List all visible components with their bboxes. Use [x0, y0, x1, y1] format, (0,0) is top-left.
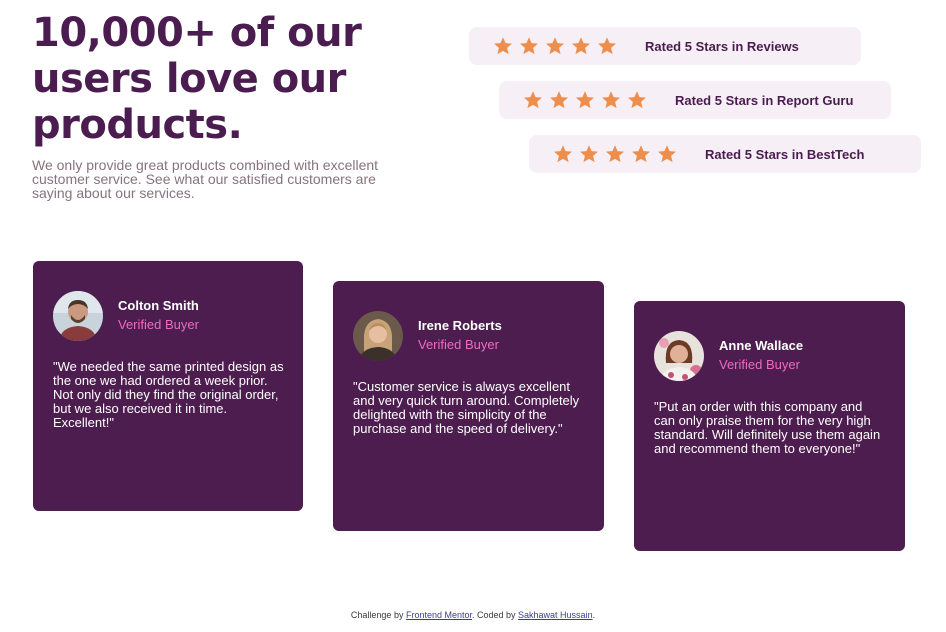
reviewer-name: Irene Roberts: [418, 318, 502, 333]
page-subtitle: We only provide great products combined …: [32, 157, 379, 201]
testimonial-card: Colton Smith Verified Buyer "We needed t…: [33, 261, 303, 511]
attribution-middle: . Coded by: [472, 610, 519, 620]
frontend-mentor-link[interactable]: Frontend Mentor: [406, 610, 472, 620]
star-icon: [493, 36, 519, 56]
reviewer-name: Anne Wallace: [719, 338, 804, 353]
star-icon: [627, 90, 653, 110]
author-link[interactable]: Sakhawat Hussain: [518, 610, 593, 620]
star-icon: [575, 90, 601, 110]
verified-badge: Verified Buyer: [418, 337, 499, 352]
star-icon: [601, 90, 627, 110]
star-icon: [519, 36, 545, 56]
star-rating: [553, 144, 683, 164]
attribution: Challenge by Frontend Mentor. Coded by S…: [0, 610, 946, 620]
attribution-prefix: Challenge by: [350, 610, 406, 620]
star-icon: [605, 144, 631, 164]
rating-label: Rated 5 Stars in Report Guru: [675, 92, 854, 108]
avatar: [53, 291, 103, 341]
avatar: [353, 311, 403, 361]
testimonial-quote: "Customer service is always excellent an…: [353, 379, 580, 436]
star-icon: [549, 90, 575, 110]
rating-label: Rated 5 Stars in Reviews: [645, 38, 799, 54]
star-icon: [579, 144, 605, 164]
star-rating: [493, 36, 623, 56]
star-rating: [523, 90, 653, 110]
star-icon: [571, 36, 597, 56]
verified-badge: Verified Buyer: [719, 357, 800, 372]
page-title: 10,000+ of our users love our products.: [32, 10, 362, 148]
testimonial-card: Anne Wallace Verified Buyer "Put an orde…: [634, 301, 905, 551]
testimonial-card: Irene Roberts Verified Buyer "Customer s…: [333, 281, 604, 531]
star-icon: [631, 144, 657, 164]
star-icon: [545, 36, 571, 56]
testimonial-quote: "Put an order with this company and can …: [654, 399, 881, 456]
attribution-suffix: .: [592, 610, 596, 620]
rating-reviews: Rated 5 Stars in Reviews: [469, 27, 861, 65]
testimonial-quote: "We needed the same printed design as th…: [53, 359, 284, 430]
star-icon: [523, 90, 549, 110]
avatar: [654, 331, 704, 381]
star-icon: [597, 36, 623, 56]
rating-label: Rated 5 Stars in BestTech: [705, 146, 865, 162]
reviewer-name: Colton Smith: [118, 298, 199, 313]
rating-report-guru: Rated 5 Stars in Report Guru: [499, 81, 891, 119]
rating-besttech: Rated 5 Stars in BestTech: [529, 135, 921, 173]
star-icon: [553, 144, 579, 164]
verified-badge: Verified Buyer: [118, 317, 199, 332]
star-icon: [657, 144, 683, 164]
